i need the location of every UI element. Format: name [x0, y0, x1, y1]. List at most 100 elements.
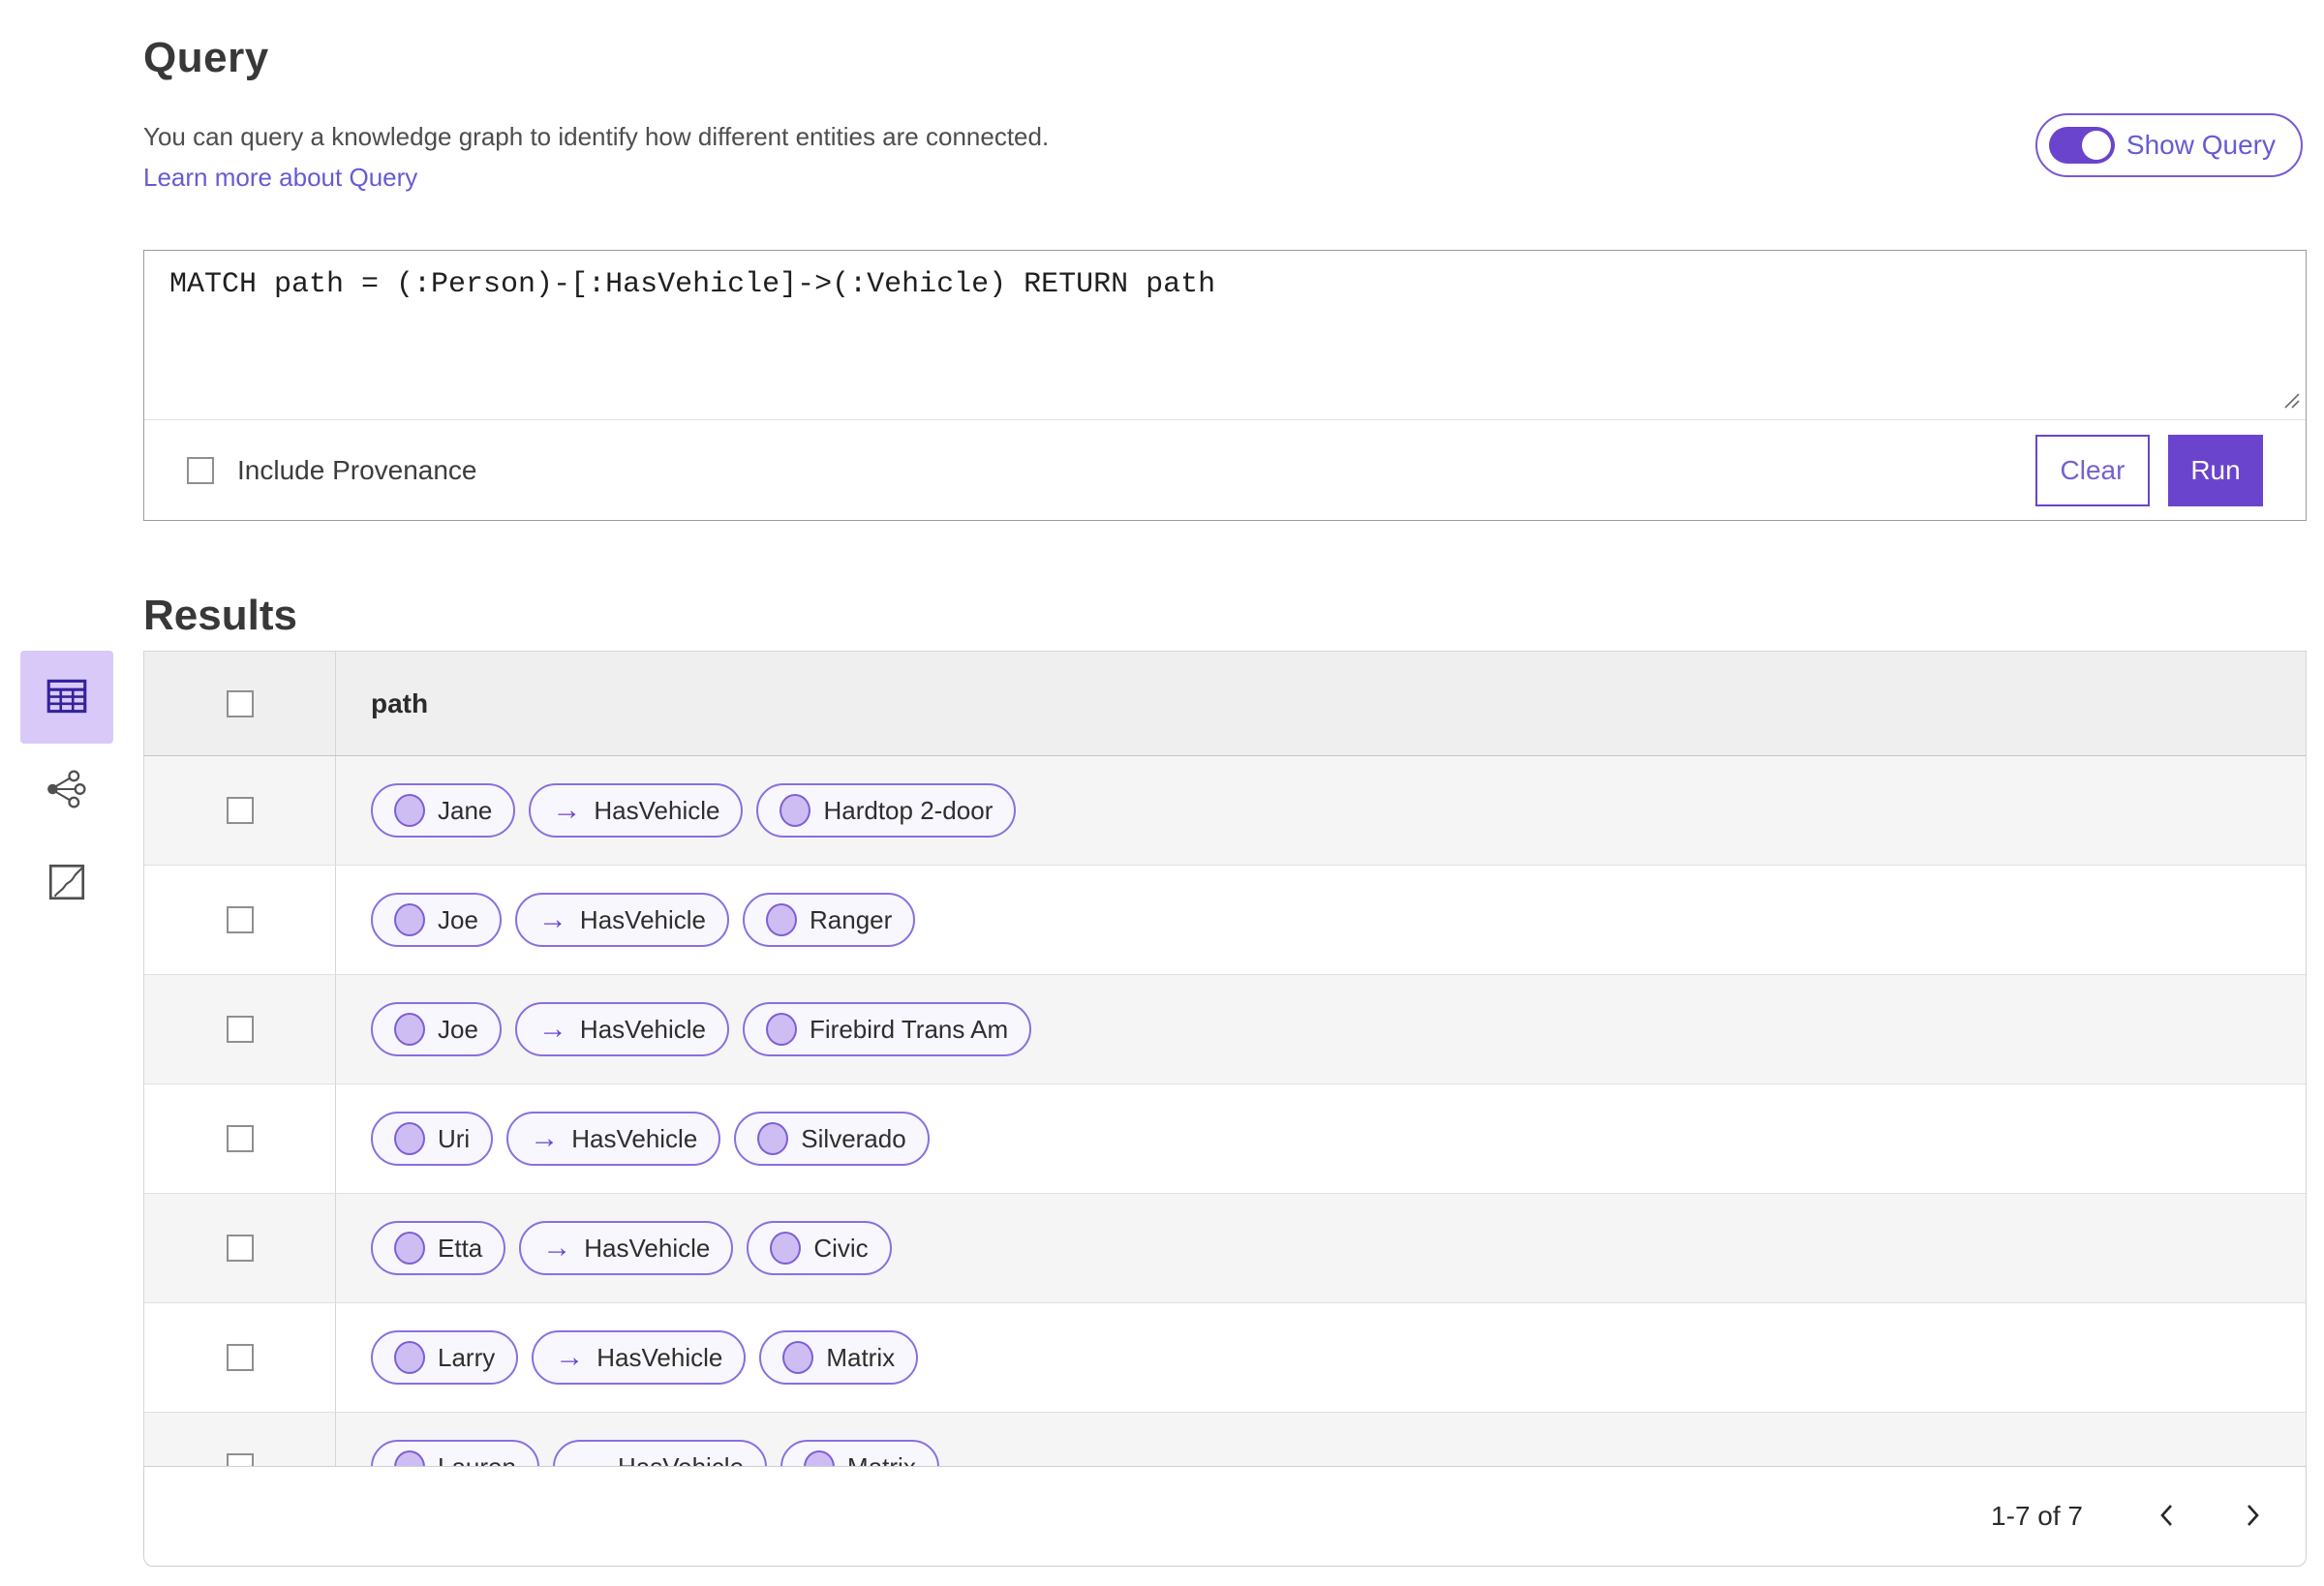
path-cell: Uri → HasVehicle Silverado [336, 1084, 2306, 1193]
row-checkbox-cell [144, 1084, 336, 1193]
target-entity-label: Ranger [810, 904, 893, 934]
relationship-arrow-icon: → [555, 1341, 585, 1373]
relationship-label: HasVehicle [596, 1342, 723, 1372]
query-panel-footer: Include Provenance Clear Run [144, 420, 2306, 520]
run-button[interactable]: Run [2168, 434, 2263, 506]
relationship-arrow-icon: → [530, 1122, 560, 1154]
source-entity-label: Larry [438, 1342, 496, 1372]
include-provenance-label: Include Provenance [237, 454, 477, 485]
source-entity-label: Uri [438, 1123, 471, 1153]
relationship-chip[interactable]: → HasVehicle [506, 1112, 721, 1166]
relationship-label: HasVehicle [571, 1123, 698, 1153]
show-query-toggle[interactable]: Show Query [2034, 113, 2303, 177]
pagination-range-label: 1-7 of 7 [1991, 1501, 2083, 1531]
target-entity-label: Silverado [801, 1123, 906, 1153]
include-provenance-checkbox[interactable] [187, 456, 214, 484]
row-checkbox[interactable] [226, 1235, 254, 1262]
table-row: Larry → HasVehicle Matrix [144, 1303, 2306, 1413]
entity-node-icon [394, 1122, 425, 1155]
results-title: Results [143, 591, 297, 639]
source-entity-label: Joe [438, 904, 478, 934]
query-panel: MATCH path = (:Person)-[:HasVehicle]->(:… [143, 250, 2307, 521]
entity-node-icon [394, 1013, 425, 1046]
relationship-arrow-icon: → [537, 1013, 567, 1045]
view-switcher [20, 651, 113, 930]
resize-grip-icon[interactable] [2281, 390, 2301, 414]
row-checkbox[interactable] [226, 1016, 254, 1043]
query-editor: MATCH path = (:Person)-[:HasVehicle]->(:… [144, 251, 2306, 420]
table-view-button[interactable] [20, 651, 113, 744]
table-icon [43, 672, 91, 723]
source-entity-chip[interactable]: Joe [371, 1002, 502, 1056]
relationship-chip[interactable]: → HasVehicle [519, 1221, 734, 1275]
pagination-footer: 1-7 of 7 [143, 1466, 2307, 1567]
source-entity-chip[interactable]: Larry [371, 1330, 519, 1385]
source-entity-chip[interactable]: Uri [371, 1112, 494, 1166]
table-header-row: path [144, 652, 2306, 756]
entity-node-icon [782, 1341, 814, 1374]
target-entity-chip[interactable]: Matrix [759, 1330, 919, 1385]
target-entity-label: Civic [813, 1233, 869, 1263]
toggle-switch[interactable] [2048, 127, 2115, 164]
relationship-label: HasVehicle [579, 1014, 706, 1044]
page-description: You can query a knowledge graph to ident… [143, 122, 1050, 151]
path-column-header: path [371, 687, 429, 718]
entity-node-icon [394, 794, 425, 827]
link-chart-view-button[interactable] [20, 744, 113, 837]
toggle-knob [2081, 131, 2111, 160]
row-checkbox[interactable] [226, 1125, 254, 1152]
relationship-chip[interactable]: → HasVehicle [529, 783, 744, 838]
previous-page-button[interactable] [2145, 1493, 2191, 1540]
entity-node-icon [770, 1232, 802, 1265]
target-entity-label: Matrix [826, 1342, 896, 1372]
relationship-label: HasVehicle [594, 795, 720, 825]
row-checkbox[interactable] [226, 906, 254, 933]
row-checkbox-cell [144, 975, 336, 1083]
source-entity-chip[interactable]: Joe [371, 893, 502, 947]
target-entity-chip[interactable]: Hardtop 2-door [756, 783, 1017, 838]
clear-button[interactable]: Clear [2035, 434, 2150, 506]
source-entity-label: Joe [438, 1014, 478, 1044]
entity-node-icon [766, 903, 797, 936]
table-row: Etta → HasVehicle Civic [144, 1194, 2306, 1303]
target-entity-chip[interactable]: Ranger [743, 893, 916, 947]
target-entity-chip[interactable]: Civic [747, 1221, 892, 1275]
path-cell: Joe → HasVehicle Firebird Trans Am [336, 975, 2306, 1083]
map-view-button[interactable] [20, 837, 113, 930]
next-page-button[interactable] [2228, 1493, 2275, 1540]
learn-more-link[interactable]: Learn more about Query [143, 163, 417, 193]
relationship-arrow-icon: → [542, 1232, 572, 1264]
path-cell: Jane → HasVehicle Hardtop 2-door [336, 756, 2306, 865]
entity-node-icon [766, 1013, 797, 1046]
source-entity-label: Etta [438, 1233, 483, 1263]
select-all-cell [144, 652, 336, 755]
row-checkbox-cell [144, 1194, 336, 1302]
entity-node-icon [394, 903, 425, 936]
select-all-checkbox[interactable] [226, 689, 254, 717]
source-entity-chip[interactable]: Etta [371, 1221, 506, 1275]
show-query-label: Show Query [2125, 130, 2276, 160]
source-entity-chip[interactable]: Jane [371, 783, 516, 838]
path-cell: Larry → HasVehicle Matrix [336, 1303, 2306, 1412]
entity-node-icon [394, 1341, 425, 1374]
relationship-chip[interactable]: → HasVehicle [532, 1330, 747, 1385]
row-checkbox[interactable] [226, 797, 254, 824]
path-cell: Etta → HasVehicle Civic [336, 1194, 2306, 1302]
row-checkbox-cell [144, 756, 336, 865]
relationship-arrow-icon: → [552, 794, 582, 826]
relationship-label: HasVehicle [579, 904, 706, 934]
target-entity-chip[interactable]: Firebird Trans Am [743, 1002, 1032, 1056]
row-checkbox-cell [144, 1303, 336, 1412]
query-input[interactable]: MATCH path = (:Person)-[:HasVehicle]->(:… [144, 251, 2306, 419]
results-rows: Jane → HasVehicle Hardtop 2-door Joe → H… [144, 756, 2306, 1522]
target-entity-chip[interactable]: Silverado [734, 1112, 930, 1166]
row-checkbox-cell [144, 866, 336, 974]
table-row: Uri → HasVehicle Silverado [144, 1084, 2306, 1194]
row-checkbox[interactable] [226, 1344, 254, 1371]
relationship-arrow-icon: → [537, 903, 567, 935]
path-header-cell: path [336, 652, 2306, 755]
table-row: Joe → HasVehicle Firebird Trans Am [144, 975, 2306, 1084]
relationship-chip[interactable]: → HasVehicle [514, 893, 729, 947]
table-row: Jane → HasVehicle Hardtop 2-door [144, 756, 2306, 866]
relationship-chip[interactable]: → HasVehicle [514, 1002, 729, 1056]
